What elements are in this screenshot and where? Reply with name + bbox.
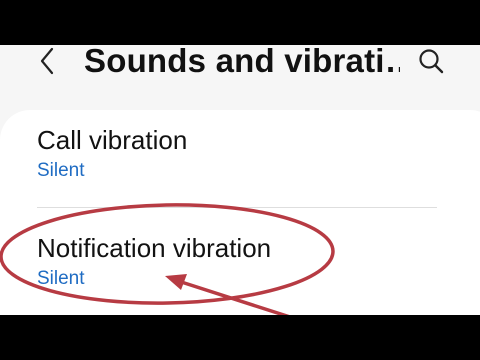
notification-vibration-item[interactable]: Notification vibration Silent [37, 233, 271, 290]
back-button[interactable] [32, 46, 62, 76]
call-vibration-value: Silent [37, 160, 85, 181]
call-vibration-label: Call vibration [37, 125, 188, 155]
chevron-left-icon [40, 47, 54, 75]
search-icon [419, 49, 444, 74]
notification-vibration-value: Silent [37, 268, 85, 289]
search-button[interactable] [416, 46, 446, 76]
notification-vibration-label: Notification vibration [37, 233, 272, 263]
divider [37, 207, 437, 208]
call-vibration-item[interactable]: Call vibration Silent [37, 125, 187, 182]
settings-screen: Sounds and vibrati… Call vibration Silen… [0, 45, 480, 315]
app-bar: Sounds and vibrati… [0, 45, 480, 105]
page-title: Sounds and vibrati… [84, 45, 400, 79]
